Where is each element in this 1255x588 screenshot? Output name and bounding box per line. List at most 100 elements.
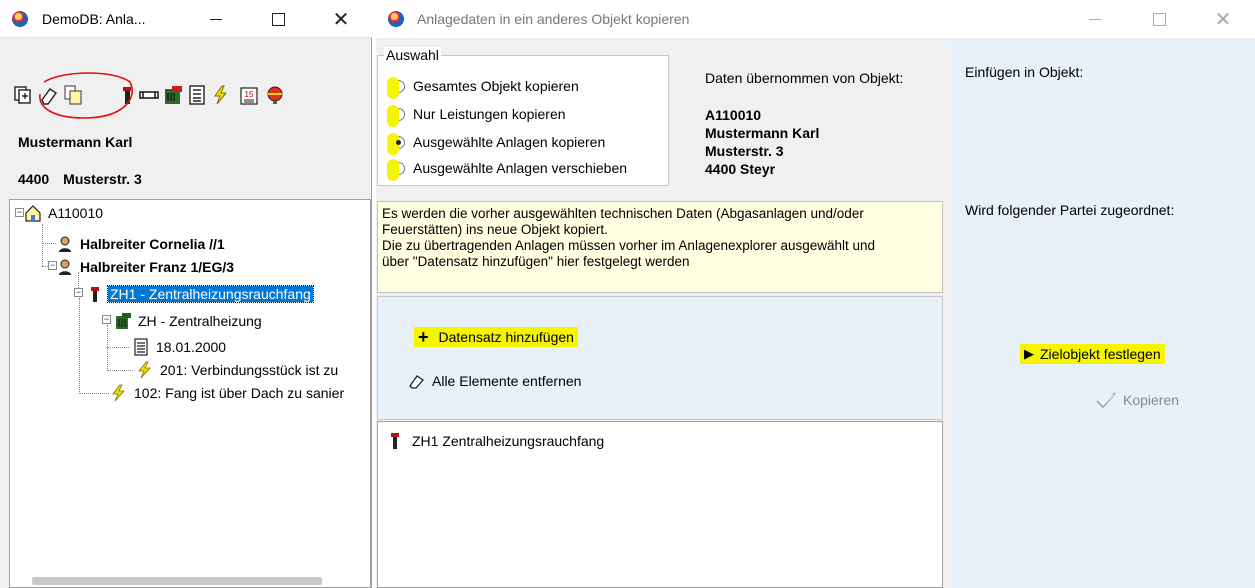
info-line: über "Datensatz hinzufügen" hier festgel… — [382, 254, 690, 269]
chimney-icon — [391, 433, 399, 449]
minimize-button[interactable] — [203, 6, 229, 32]
radio-label: Gesamtes Objekt kopieren — [413, 78, 579, 94]
lightning-icon — [138, 361, 151, 379]
party-street: Musterstr. 3 — [63, 171, 142, 187]
pipe-icon[interactable] — [138, 84, 160, 106]
insert-into-label: Einfügen in Objekt: — [965, 64, 1084, 80]
radio-nur-leistungen[interactable]: Nur Leistungen kopieren — [387, 104, 566, 127]
person-icon — [59, 236, 71, 252]
radio-gesamtes-objekt[interactable]: Gesamtes Objekt kopieren — [387, 76, 579, 99]
maximize-button[interactable] — [1146, 6, 1172, 32]
close-button[interactable]: ✕ — [1210, 6, 1236, 32]
tree-node-date[interactable]: 18.01.2000 — [132, 336, 226, 358]
annotation-circle — [39, 72, 133, 119]
svg-text:15: 15 — [245, 90, 254, 99]
tree-node-defect[interactable]: 102: Fang ist über Dach zu sanier — [110, 382, 344, 404]
source-object-city: 4400 Steyr — [705, 161, 776, 177]
tree-node-label: 18.01.2000 — [156, 339, 227, 355]
dialog-title-bar[interactable]: Anlagedaten in ein anderes Objekt kopier… — [376, 0, 1255, 38]
minimize-button[interactable] — [1082, 6, 1108, 32]
list-item-label: ZH1 Zentralheizungsrauchfang — [412, 433, 605, 449]
auswahl-groupbox: Auswahl Gesamtes Objekt kopieren Nur Lei… — [377, 47, 669, 186]
tree-line — [42, 243, 56, 244]
explorer-window: DemoDB: Anla... ✕ 15 Mustermann Karl 440… — [0, 0, 372, 588]
source-object-street: Musterstr. 3 — [705, 143, 784, 159]
radio-button[interactable] — [387, 76, 405, 99]
info-line: Es werden die vorher ausgewählten techni… — [382, 206, 864, 221]
source-object-number: A110010 — [705, 107, 762, 123]
party-zip: 4400 — [18, 171, 50, 187]
radio-ausgewaehlte-verschieben[interactable]: Ausgewählte Anlagen verschieben — [387, 158, 628, 181]
tree-node-chimney[interactable]: ZH1 - Zentralheizungsrauchfang — [86, 283, 314, 305]
object-tree[interactable]: − − − − A110010 Halbreiter Cornelia //1 — [9, 199, 371, 588]
tree-line — [42, 224, 43, 266]
tree-node-label: 102: Fang ist über Dach zu sanier — [134, 385, 345, 401]
play-arrow-icon: ▶ — [1024, 346, 1034, 361]
tree-collapse-toggle[interactable]: − — [15, 208, 24, 217]
remove-all-label: Alle Elemente entfernen — [432, 373, 582, 389]
lightning-icon — [112, 384, 125, 402]
tree-node-party[interactable]: Halbreiter Franz 1/EG/3 — [56, 256, 234, 278]
heating-icon[interactable] — [162, 84, 184, 106]
info-line: Feuerstätten) ins neue Objekt kopiert. — [382, 222, 608, 237]
tree-line — [107, 347, 129, 348]
tree-line — [79, 393, 109, 394]
selected-records-list[interactable]: ZH1 Zentralheizungsrauchfang — [377, 421, 943, 588]
info-note: Es werden die vorher ausgewählten techni… — [377, 201, 943, 293]
plus-icon: + — [418, 327, 429, 347]
person-icon — [59, 259, 71, 275]
tree-node-label: A110010 — [48, 205, 104, 221]
radio-button[interactable] — [387, 132, 405, 155]
remove-all-button[interactable]: Alle Elemente entfernen — [408, 373, 581, 389]
tree-horizontal-scrollbar[interactable] — [32, 577, 322, 585]
radio-label: Ausgewählte Anlagen kopieren — [413, 134, 606, 150]
app-icon — [12, 11, 28, 27]
set-target-label: Zielobjekt festlegen — [1040, 346, 1161, 362]
tree-node-heating[interactable]: ZH - Zentralheizung — [114, 310, 262, 332]
tree-node-defect[interactable]: 201: Verbindungsstück ist zu — [136, 359, 338, 381]
tree-collapse-toggle[interactable]: − — [102, 315, 111, 324]
set-target-button[interactable]: ▶ Zielobjekt festlegen — [1020, 344, 1165, 364]
tree-line — [107, 325, 108, 371]
heating-icon — [116, 313, 131, 329]
copy-button[interactable]: Kopieren — [1095, 390, 1179, 410]
house-icon — [25, 205, 41, 222]
tree-node-label: Halbreiter Cornelia //1 — [80, 236, 225, 252]
tree-node-object[interactable]: A110010 — [24, 202, 103, 224]
party-address: 4400 Musterstr. 3 — [18, 171, 142, 187]
maximize-button[interactable] — [265, 6, 291, 32]
copy-object-icon[interactable] — [12, 84, 34, 106]
explorer-title-bar[interactable]: DemoDB: Anla... ✕ — [0, 0, 372, 38]
dialog-title: Anlagedaten in ein anderes Objekt kopier… — [417, 11, 690, 27]
list-item[interactable]: ZH1 Zentralheizungsrauchfang — [388, 432, 604, 450]
eraser-icon — [409, 375, 424, 389]
tree-node-label: ZH - Zentralheizung — [138, 313, 262, 329]
radio-button[interactable] — [387, 104, 405, 127]
close-button[interactable]: ✕ — [328, 6, 354, 32]
record-actions-panel: + Datensatz hinzufügen Alle Elemente ent… — [377, 296, 943, 420]
explorer-window-title: DemoDB: Anla... — [42, 11, 146, 27]
calculator-icon[interactable] — [186, 84, 208, 106]
lightning-icon[interactable] — [210, 84, 232, 106]
radio-button[interactable] — [387, 158, 405, 181]
source-object-details: A110010 Mustermann Karl Musterstr. 3 440… — [705, 106, 819, 178]
info-line: Die zu übertragenden Anlagen müssen vorh… — [382, 238, 876, 253]
party-name: Mustermann Karl — [18, 134, 133, 150]
app-icon — [388, 11, 404, 27]
source-object-name: Mustermann Karl — [705, 125, 820, 141]
chimney-icon — [91, 287, 99, 302]
add-record-button[interactable]: + Datensatz hinzufügen — [414, 327, 578, 347]
tree-node-label: Halbreiter Franz 1/EG/3 — [80, 259, 235, 275]
radio-ausgewaehlte-kopieren[interactable]: Ausgewählte Anlagen kopieren — [387, 132, 606, 155]
add-record-label: Datensatz hinzufügen — [438, 329, 574, 345]
source-object-label: Daten übernommen von Objekt: — [705, 70, 904, 86]
copy-dialog: Anlagedaten in ein anderes Objekt kopier… — [376, 0, 1255, 588]
radio-label: Ausgewählte Anlagen verschieben — [413, 160, 628, 176]
tree-node-label: 201: Verbindungsstück ist zu — [160, 362, 339, 378]
tree-node-party[interactable]: Halbreiter Cornelia //1 — [56, 233, 225, 255]
calendar-icon[interactable]: 15 — [238, 84, 260, 106]
globe-icon[interactable] — [264, 84, 286, 106]
tree-collapse-toggle[interactable]: − — [74, 288, 83, 297]
calculator-icon — [134, 338, 148, 356]
tree-line — [79, 298, 80, 394]
